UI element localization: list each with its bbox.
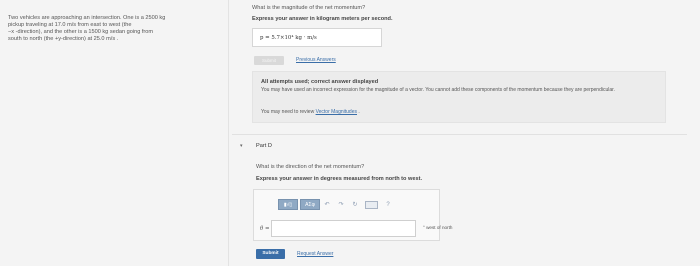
review-suffix: . — [357, 109, 360, 115]
column-divider — [228, 0, 229, 266]
problem-line: south to north (the +y-direction) at 25.… — [8, 35, 119, 42]
section-divider — [232, 134, 687, 135]
editor-toolbar: ▮√▯ ΑΣφ ↶ ↷ ↻ ? — [278, 199, 395, 210]
part-c-submit-button: Submit — [254, 56, 284, 65]
part-c-instruction: Express your answer in kilogram meters p… — [252, 16, 393, 22]
part-d-question: What is the direction of the net momentu… — [256, 164, 365, 170]
problem-line: Two vehicles are approaching an intersec… — [8, 15, 166, 21]
greek-symbols-button[interactable]: ΑΣφ — [300, 199, 320, 210]
vector-magnitudes-link[interactable]: Vector Magnitudes — [316, 109, 357, 115]
problem-statement: Two vehicles are approaching an intersec… — [8, 15, 218, 43]
unit-label: ° west of north — [423, 225, 453, 230]
review-prefix: You may need to review — [261, 109, 316, 115]
keyboard-icon[interactable] — [365, 200, 378, 209]
feedback-panel: All attempts used; correct answer displa… — [252, 71, 666, 123]
undo-icon[interactable]: ↶ — [320, 199, 334, 210]
previous-answers-link[interactable]: Previous Answers — [296, 57, 336, 63]
request-answer-link[interactable]: Request Answer — [297, 251, 333, 257]
feedback-review: You may need to review Vector Magnitudes… — [261, 109, 360, 115]
theta-label: θ = — [260, 226, 270, 232]
help-icon[interactable]: ? — [381, 199, 395, 210]
problem-line: −x -direction), and the other is a 1500 … — [8, 28, 154, 35]
part-d-instruction: Express your answer in degrees measured … — [256, 176, 422, 182]
page: Two vehicles are approaching an intersec… — [0, 0, 700, 266]
part-c-answer-box: p = 5.7×10⁴ kg · m/s — [252, 28, 382, 47]
redo-icon[interactable]: ↷ — [334, 199, 348, 210]
problem-line: pickup traveling at 17.0 m/s from east t… — [8, 21, 132, 28]
feedback-body: You may have used an incorrect expressio… — [261, 87, 615, 93]
theta-answer-input[interactable] — [271, 220, 416, 237]
part-d-submit-button[interactable]: Submit — [256, 249, 285, 259]
chevron-down-icon[interactable]: ▾ — [240, 143, 243, 149]
part-c-question: What is the magnitude of the net momentu… — [252, 5, 366, 11]
feedback-title: All attempts used; correct answer displa… — [261, 79, 379, 85]
reset-icon[interactable]: ↻ — [348, 199, 362, 210]
answer-editor: ▮√▯ ΑΣφ ↶ ↷ ↻ ? θ = ° west of north — [253, 189, 452, 241]
part-c-answer: p = 5.7×10⁴ kg · m/s — [260, 35, 317, 41]
part-d-title[interactable]: Part D — [256, 143, 272, 149]
templates-button[interactable]: ▮√▯ — [278, 199, 298, 210]
